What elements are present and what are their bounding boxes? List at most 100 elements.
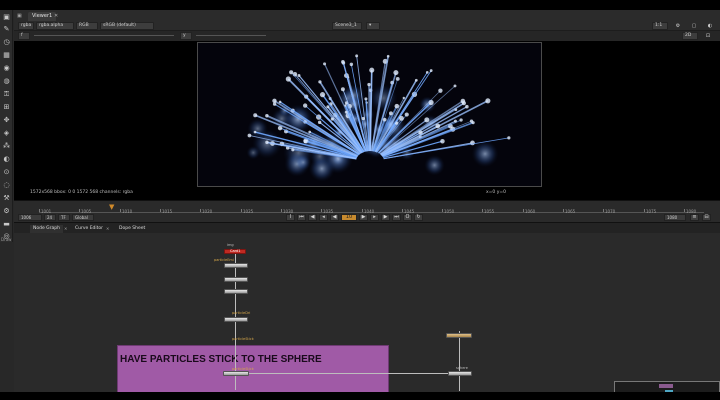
gain-button[interactable]: f — [18, 32, 30, 40]
fibre-tip — [349, 62, 354, 67]
3d-icon[interactable]: ◈ — [2, 129, 11, 138]
timeline-settings-button[interactable]: ≡ — [690, 214, 699, 221]
toolsets-icon[interactable]: ⚒ — [2, 194, 11, 203]
fps-field[interactable]: 24 — [44, 214, 56, 221]
gamma-slider[interactable] — [196, 35, 266, 36]
tab-curve-editor-label: Curve Editor — [75, 226, 104, 231]
merge-icon[interactable]: ⊞ — [2, 103, 11, 112]
playhead-marker[interactable]: ▼ — [109, 204, 116, 214]
sphere-node[interactable] — [448, 371, 472, 376]
particle-node[interactable] — [224, 289, 248, 294]
close-icon[interactable]: ✕ — [64, 226, 67, 231]
input-select[interactable]: Scene3_1 — [332, 22, 362, 30]
out-point-button[interactable]: O — [403, 214, 412, 221]
filter-icon[interactable]: ◍ — [2, 77, 11, 86]
particles-icon[interactable]: ⁂ — [2, 142, 11, 151]
fibre-tip — [459, 118, 463, 122]
fibre-tip — [318, 80, 322, 84]
particle-emitter-node[interactable] — [224, 263, 248, 268]
viewer-viewport[interactable] — [14, 41, 720, 188]
frame-mode-select[interactable]: 2D — [682, 32, 698, 40]
node-label: particleEmi — [214, 258, 234, 262]
tab-node-graph[interactable]: Node Graph — [30, 225, 63, 233]
channel-select[interactable]: rgba — [18, 22, 34, 30]
particle-drift-node[interactable] — [224, 317, 248, 322]
tab-dope-sheet[interactable]: Dope Sheet — [116, 225, 148, 233]
gamma-button[interactable]: y — [180, 32, 192, 40]
toolbar: ▣ ✎ ◷ ▦ ◉ ◍ ⚿ ⊞ ✥ ◈ ⁂ ◐ ⊙ ◌ ⚒ ⚙ ▬ ◎ — [0, 10, 13, 242]
minimap-backdrop — [659, 384, 673, 388]
scene-node[interactable] — [446, 333, 472, 338]
nuke-app: ▣ ✎ ◷ ▦ ◉ ◍ ⚿ ⊞ ✥ ◈ ⁂ ◐ ⊙ ◌ ⚒ ⚙ ▬ ◎ Draw… — [0, 0, 720, 400]
fibre-tip — [469, 119, 474, 123]
channel-icon[interactable]: ▦ — [2, 51, 11, 60]
deep-icon[interactable]: ◐ — [2, 155, 11, 164]
fps-value: 24 — [47, 215, 53, 220]
toolbar-label: Draw — [1, 237, 12, 242]
other-icon[interactable]: ⚙ — [2, 207, 11, 216]
in-point-button[interactable]: I — [286, 214, 295, 221]
particle-node[interactable] — [224, 277, 248, 282]
fibre-tip — [460, 98, 466, 104]
timeline-tick — [362, 209, 363, 212]
end-frame-field[interactable]: 1080 — [664, 214, 686, 221]
prev-key-button[interactable]: ◀ — [308, 214, 317, 221]
panel-menu-icon[interactable]: ▣ — [17, 13, 22, 19]
fibre-tip — [326, 105, 330, 109]
gain-slider[interactable] — [34, 35, 174, 36]
keyer-icon[interactable]: ⚿ — [2, 90, 11, 99]
lock-icon[interactable]: ⊡ — [704, 32, 712, 40]
fibre-tip — [453, 84, 457, 88]
next-key-button[interactable]: ▶ — [381, 214, 390, 221]
step-forward-button[interactable]: ▸ — [370, 214, 379, 221]
lut-select[interactable]: sRGB (default) — [100, 22, 154, 30]
node-label: sphere — [456, 366, 468, 370]
timeline-tick — [563, 209, 564, 212]
fibre-tip — [399, 115, 404, 121]
image-icon[interactable]: ▣ — [2, 13, 11, 22]
settings-icon[interactable]: ⚙ — [674, 22, 682, 30]
fibre-tip — [388, 111, 393, 116]
node-canvas[interactable]: HAVE PARTICLES STICK TO THE SPHERE img C… — [14, 233, 720, 393]
transform-icon[interactable]: ✥ — [2, 116, 11, 125]
play-back-button[interactable]: ◀ — [330, 214, 339, 221]
loop-button[interactable]: ↻ — [414, 214, 423, 221]
roi-icon[interactable]: ▢ — [690, 22, 698, 30]
close-icon[interactable]: ✕ — [54, 13, 58, 19]
render-frame — [197, 42, 542, 187]
b-input-select[interactable]: ▾ — [366, 22, 380, 30]
fibre-tip — [341, 59, 345, 64]
fibre-tip — [308, 130, 312, 134]
time-icon[interactable]: ◷ — [2, 38, 11, 47]
viewer-controls-row2: f y 2D ⊡ — [14, 31, 720, 41]
timeline-ruler[interactable]: 1001 1005 1010 1015 1020 1025 1030 1035 1040 1045… — [39, 204, 704, 214]
layer-select[interactable]: rgba.alpha — [36, 22, 74, 30]
fibre-tip — [319, 92, 326, 98]
close-icon[interactable]: ✕ — [106, 226, 109, 231]
paint-icon[interactable]: ✎ — [2, 25, 11, 34]
timeline-zoom-button[interactable]: ⊟ — [702, 214, 711, 221]
fibre-tip — [367, 82, 371, 87]
tf-field[interactable]: TF — [58, 214, 70, 221]
colorspace-select[interactable]: RGB — [76, 22, 98, 30]
fibre-tip — [404, 112, 409, 117]
wipe-icon[interactable]: ◐ — [706, 22, 714, 30]
last-frame-button[interactable]: ⏭ — [392, 214, 401, 221]
step-back-button[interactable]: ◂ — [319, 214, 328, 221]
range-mode-select[interactable]: Global — [72, 214, 94, 221]
particle-stick-node[interactable] — [223, 371, 249, 376]
furnace-icon[interactable]: ▬ — [2, 220, 11, 229]
step-field[interactable]: 10 — [341, 214, 357, 221]
tab-curve-editor[interactable]: Curve Editor — [72, 225, 106, 233]
first-frame-button[interactable]: ⏮ — [297, 214, 306, 221]
timeline-tick — [603, 209, 604, 212]
color-icon[interactable]: ◉ — [2, 64, 11, 73]
tab-viewer[interactable]: Viewer1 — [28, 12, 57, 21]
views-icon[interactable]: ⊙ — [2, 168, 11, 177]
zoom-select[interactable]: 1:1 — [652, 22, 668, 30]
fibre-tip — [424, 117, 430, 123]
card-node[interactable]: Card1 — [224, 249, 246, 254]
metadata-icon[interactable]: ◌ — [2, 181, 11, 190]
play-forward-button[interactable]: ▶ — [359, 214, 368, 221]
current-frame-field[interactable]: 1006 — [18, 214, 42, 221]
